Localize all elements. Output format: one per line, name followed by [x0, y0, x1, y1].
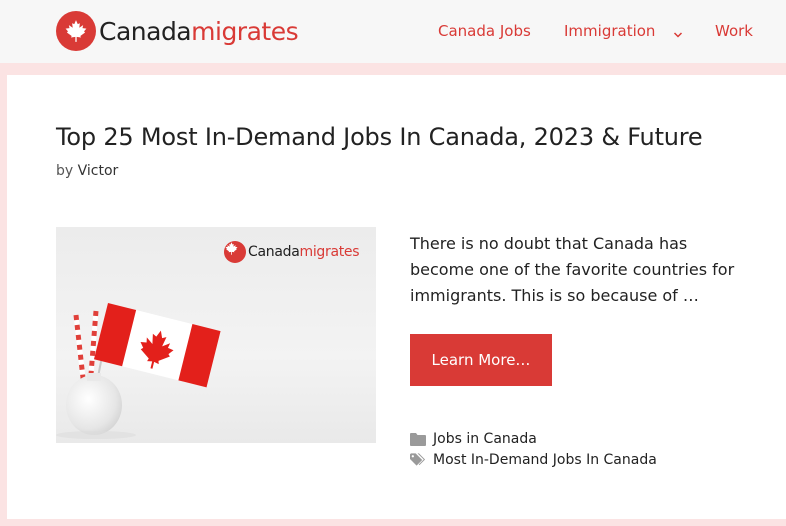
nav-immigration-label: Immigration [564, 22, 656, 40]
site-header: Canadamigrates Canada Jobs Immigration W… [0, 0, 786, 63]
author-link[interactable]: Victor [78, 163, 119, 179]
post-card: Top 25 Most In-Demand Jobs In Canada, 20… [7, 75, 786, 519]
logo-text-migrates: migrates [191, 16, 299, 46]
folder-icon [410, 432, 426, 446]
post-thumbnail[interactable]: Canadamigrates [56, 227, 376, 443]
thumbnail-logo: Canadamigrates [224, 241, 360, 263]
logo-text-canada: Canada [99, 16, 192, 46]
vase-icon [66, 375, 122, 435]
thumbnail-logo-migrates: migrates [299, 244, 360, 260]
logo-wordmark: Canadamigrates [99, 16, 299, 46]
tags-icon [410, 453, 426, 467]
straw-left [73, 314, 87, 388]
maple-leaf-icon [224, 241, 246, 263]
tag-link[interactable]: Most In-Demand Jobs In Canada [433, 452, 657, 468]
maple-leaf-icon [56, 11, 96, 51]
post-excerpt: There is no doubt that Canada has become… [410, 234, 735, 305]
nav-immigration[interactable]: Immigration [564, 22, 683, 40]
tag-row: Most In-Demand Jobs In Canada [410, 452, 657, 468]
nav-work[interactable]: Work [715, 22, 753, 40]
thumbnail-logo-wordmark: Canadamigrates [248, 244, 360, 260]
post-title[interactable]: Top 25 Most In-Demand Jobs In Canada, 20… [56, 123, 703, 151]
byline: by Victor [56, 163, 118, 179]
canada-flag-icon [93, 303, 221, 388]
category-link[interactable]: Jobs in Canada [433, 431, 537, 447]
chevron-down-icon [673, 26, 683, 38]
site-logo[interactable]: Canadamigrates [56, 11, 299, 51]
nav-canada-jobs[interactable]: Canada Jobs [438, 22, 531, 40]
learn-more-button[interactable]: Learn More… [410, 334, 552, 386]
category-row: Jobs in Canada [410, 431, 537, 447]
thumbnail-logo-canada: Canada [248, 244, 300, 260]
byline-prefix: by [56, 163, 74, 179]
